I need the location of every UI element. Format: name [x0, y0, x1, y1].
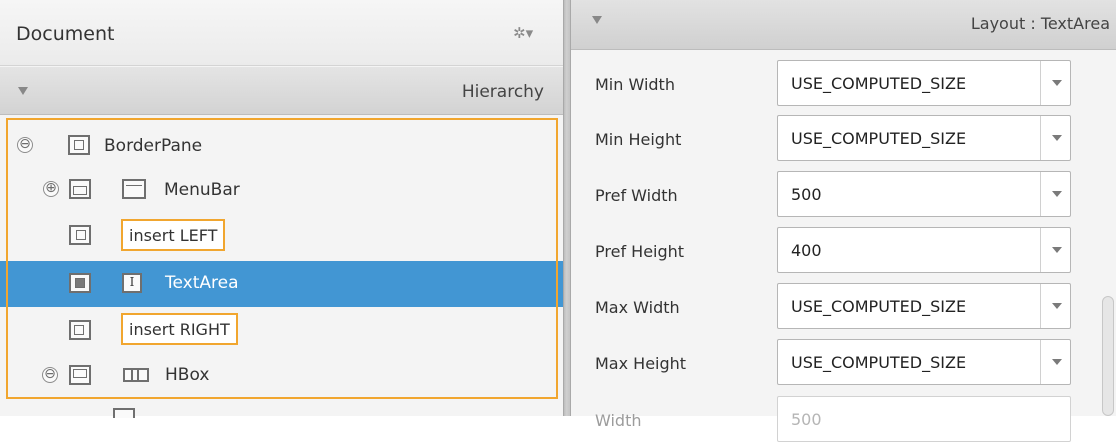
expand-expander-icon[interactable]: ⊕ [43, 181, 59, 197]
property-label: Min Width [595, 75, 675, 94]
split-pane-divider[interactable] [563, 0, 571, 416]
layout-header[interactable]: Layout : TextArea [571, 0, 1116, 50]
property-row-min-width: Min Width USE_COMPUTED_SIZE [571, 60, 1116, 110]
vertical-scrollbar[interactable] [1102, 296, 1114, 416]
dropdown-arrow-icon[interactable] [1040, 284, 1072, 328]
borderpane-bottom-icon [69, 365, 91, 385]
hierarchy-header[interactable]: Hierarchy [0, 67, 563, 115]
property-value: 500 [791, 410, 822, 429]
borderpane-top-icon [69, 179, 91, 199]
insert-left-slot[interactable]: insert LEFT [121, 219, 226, 251]
property-label: Min Height [595, 130, 682, 149]
borderpane-right-icon [69, 320, 91, 340]
property-row-max-width: Max Width USE_COMPUTED_SIZE [571, 283, 1116, 333]
pref-height-combobox[interactable]: 400 [777, 227, 1071, 273]
property-label: Max Height [595, 354, 687, 373]
tree-row-menubar[interactable]: ⊕ MenuBar [0, 167, 563, 213]
collapse-triangle-icon[interactable] [592, 16, 602, 24]
tree-row-label: TextArea [165, 273, 239, 293]
tree-row-label: MenuBar [164, 180, 240, 200]
property-label: Pref Width [595, 186, 678, 205]
property-row-pref-width: Pref Width 500 [571, 171, 1116, 221]
textarea-icon: I [122, 273, 142, 293]
pref-width-combobox[interactable]: 500 [777, 171, 1071, 217]
hierarchy-title: Hierarchy [461, 82, 544, 102]
max-width-combobox[interactable]: USE_COMPUTED_SIZE [777, 283, 1071, 329]
property-row-width: Width 500 [571, 396, 1116, 446]
property-label: Width [595, 411, 642, 430]
menubar-icon [122, 179, 146, 199]
collapse-expander-icon[interactable]: ⊖ [42, 367, 58, 383]
property-row-max-height: Max Height USE_COMPUTED_SIZE [571, 339, 1116, 389]
property-label: Max Width [595, 298, 680, 317]
tree-row-insert-left[interactable]: insert LEFT [0, 213, 563, 259]
document-header: Document ✲▾ [0, 0, 563, 66]
tree-row-textarea[interactable]: I TextArea [0, 261, 563, 307]
collapse-expander-icon[interactable]: ⊖ [17, 137, 33, 153]
property-value[interactable]: USE_COMPUTED_SIZE [791, 74, 966, 93]
borderpane-icon [68, 135, 90, 155]
layout-inspector-panel: Layout : TextArea Min Width USE_COMPUTED… [571, 0, 1116, 442]
property-value[interactable]: 500 [791, 185, 822, 204]
property-value[interactable]: USE_COMPUTED_SIZE [791, 297, 966, 316]
tree-row-hbox[interactable]: ⊖ HBox [0, 353, 563, 399]
partial-node-icon [113, 408, 135, 418]
property-value[interactable]: 400 [791, 241, 822, 260]
tree-row-borderpane[interactable]: ⊖ BorderPane [0, 122, 563, 168]
collapse-triangle-icon[interactable] [18, 87, 28, 95]
property-row-min-height: Min Height USE_COMPUTED_SIZE [571, 115, 1116, 165]
width-field: 500 [777, 396, 1071, 442]
dropdown-arrow-icon[interactable] [1040, 172, 1072, 216]
document-panel: Document ✲▾ Hierarchy ⊖ BorderPane ⊕ Men… [0, 0, 563, 418]
min-height-combobox[interactable]: USE_COMPUTED_SIZE [777, 115, 1071, 161]
borderpane-left-icon [69, 225, 91, 245]
borderpane-center-icon [69, 273, 91, 293]
property-value[interactable]: USE_COMPUTED_SIZE [791, 353, 966, 372]
max-height-combobox[interactable]: USE_COMPUTED_SIZE [777, 339, 1071, 385]
gear-dropdown-icon[interactable]: ✲▾ [513, 24, 545, 44]
dropdown-arrow-icon[interactable] [1040, 340, 1072, 384]
insert-right-slot[interactable]: insert RIGHT [121, 313, 238, 345]
document-title: Document [16, 23, 115, 45]
min-width-combobox[interactable]: USE_COMPUTED_SIZE [777, 60, 1071, 106]
dropdown-arrow-icon[interactable] [1040, 228, 1072, 272]
dropdown-arrow-icon[interactable] [1040, 116, 1072, 160]
layout-title: Layout : TextArea [970, 14, 1110, 33]
property-label: Pref Height [595, 242, 685, 261]
tree-row-label: BorderPane [104, 136, 203, 156]
property-value[interactable]: USE_COMPUTED_SIZE [791, 129, 966, 148]
property-row-pref-height: Pref Height 400 [571, 227, 1116, 277]
hbox-icon [123, 368, 149, 382]
hierarchy-tree: ⊖ BorderPane ⊕ MenuBar insert LEFT I Tex… [0, 116, 563, 416]
dropdown-arrow-icon[interactable] [1040, 61, 1072, 105]
tree-row-insert-right[interactable]: insert RIGHT [0, 307, 563, 353]
tree-row-label: HBox [165, 365, 210, 385]
